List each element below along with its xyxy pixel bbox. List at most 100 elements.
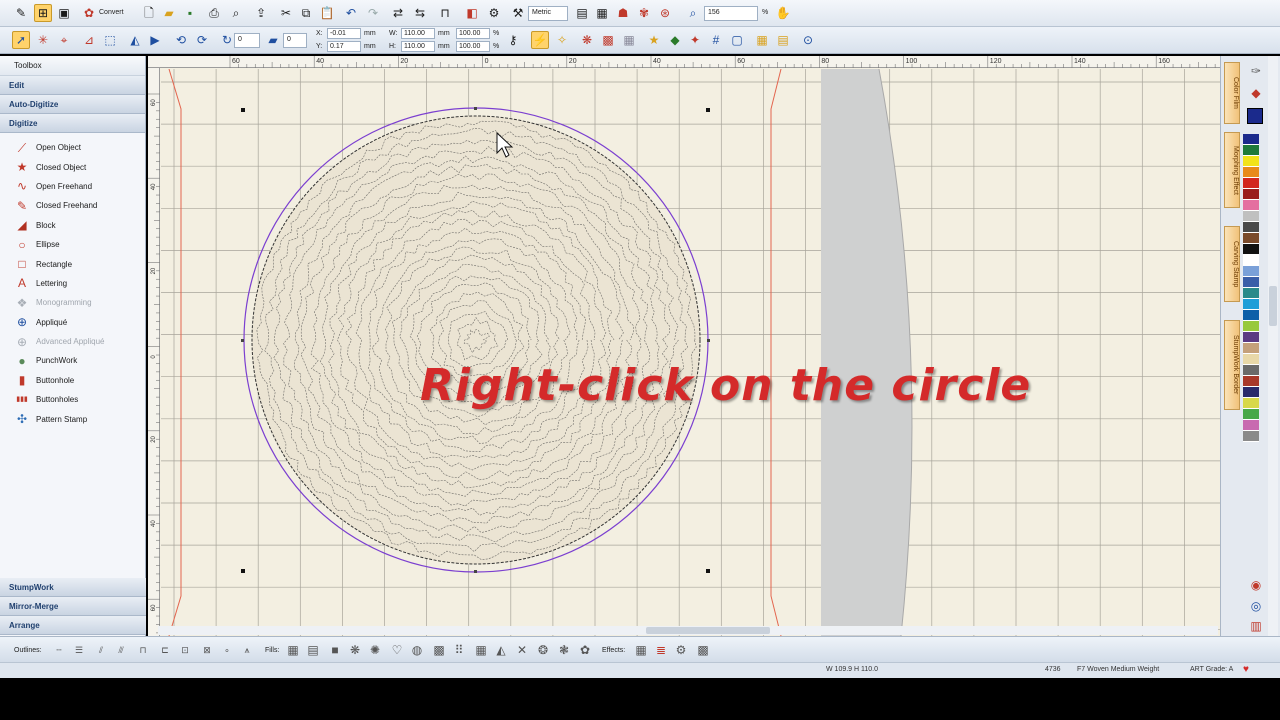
undo-icon[interactable]: ↶ (342, 4, 360, 22)
embroidery-workspace[interactable] (161, 68, 1220, 636)
paste-icon[interactable]: 📋 (318, 4, 336, 22)
fill-cross-icon[interactable]: ▦ (472, 641, 490, 659)
fill-heart-icon[interactable]: ♡ (388, 641, 406, 659)
x-input[interactable]: -0.01 (327, 28, 361, 39)
reshape-icon[interactable]: ✳ (34, 31, 52, 49)
guides-icon[interactable]: ▤ (774, 31, 792, 49)
color-manager-icon[interactable]: ◎ (1247, 597, 1265, 615)
drawing-area[interactable] (161, 68, 1220, 636)
palette-swatch[interactable] (1243, 145, 1259, 156)
motif-icon[interactable]: ❋ (578, 31, 596, 49)
tool-applique[interactable]: ⊕ Appliqué (0, 313, 145, 332)
slant-icon[interactable]: ▰ (264, 31, 282, 49)
vertical-scroll-thumb[interactable] (1269, 286, 1277, 326)
fill-cross-stitch-icon[interactable]: ✕ (513, 641, 531, 659)
outline-beads-icon[interactable]: ∘ (218, 641, 236, 659)
toolbox-section-mirror-merge[interactable]: Mirror-Merge (0, 597, 146, 616)
resize-icon[interactable]: ⬚ (101, 31, 119, 49)
fill-contour-icon[interactable]: ◍ (408, 641, 426, 659)
tab-color-film[interactable]: Color Film (1224, 62, 1240, 124)
cut-icon[interactable]: ✂ (277, 4, 295, 22)
palette-swatch[interactable] (1243, 200, 1259, 211)
horizontal-scroll-thumb[interactable] (646, 627, 770, 634)
zoom-select[interactable]: 156 (704, 6, 758, 21)
outline-candlewick-icon[interactable]: ⩚ (238, 641, 256, 659)
transfer-icon[interactable]: ⇆ (411, 4, 429, 22)
rotate-right-icon[interactable]: ⟳ (193, 31, 211, 49)
y-input[interactable]: 0.17 (327, 41, 361, 52)
color-wheel-icon[interactable]: ◉ (1247, 576, 1265, 594)
fill-solid-icon[interactable]: ■ (326, 641, 344, 659)
selection-handle-top-left[interactable] (241, 108, 245, 112)
palette-swatch[interactable] (1243, 398, 1259, 409)
horizontal-scrollbar[interactable] (158, 626, 1218, 635)
tools-icon[interactable]: ⚒ (509, 4, 527, 22)
lock-proportion-icon[interactable]: ⚷ (504, 31, 522, 49)
palette-swatch[interactable] (1243, 343, 1259, 354)
palette-swatch[interactable] (1243, 255, 1259, 266)
tool-open-freehand[interactable]: ∿ Open Freehand (0, 177, 145, 196)
palette-swatch[interactable] (1243, 178, 1259, 189)
vertical-scrollbar[interactable] (1268, 56, 1278, 636)
select-design-icon[interactable]: ⊞ (34, 4, 52, 22)
outline-single-icon[interactable]: ╌ (50, 641, 68, 659)
tool-rectangle[interactable]: □ Rectangle (0, 254, 145, 273)
palette-swatch[interactable] (1243, 288, 1259, 299)
height-percent-input[interactable]: 100.00 (456, 41, 490, 52)
design-canvas[interactable]: 60 40 20 0 20 40 60 80 100 120 140 160 60 40 20 0 20 40 6… (148, 56, 1220, 636)
current-color-swatch[interactable] (1247, 108, 1263, 124)
palette-swatch[interactable] (1243, 420, 1259, 431)
grid-snap-icon[interactable]: ▦ (753, 31, 771, 49)
palette-swatch[interactable] (1243, 189, 1259, 200)
rotate-input[interactable]: 0 (234, 33, 260, 48)
tool-block[interactable]: ◢ Block (0, 216, 145, 235)
convert-icon[interactable]: ✿ (80, 4, 98, 22)
width-percent-input[interactable]: 100.00 (456, 28, 490, 39)
eyedropper-icon[interactable]: ✑ (1247, 62, 1265, 80)
palette-swatch[interactable] (1243, 156, 1259, 167)
auto-stitch-icon[interactable]: ⚡ (531, 31, 549, 49)
fill-tatami-icon[interactable]: ▦ (284, 641, 302, 659)
edit-icon[interactable]: ✎ (12, 4, 30, 22)
palette-swatch[interactable] (1243, 376, 1259, 387)
color-blend-icon[interactable]: ◧ (463, 4, 481, 22)
flower-icon[interactable]: ✾ (635, 4, 653, 22)
palette-swatch[interactable] (1243, 365, 1259, 376)
import-icon[interactable]: ⇄ (389, 4, 407, 22)
fill-dots-icon[interactable]: ⠿ (450, 641, 468, 659)
palette-swatch[interactable] (1243, 299, 1259, 310)
toolbox-section-digitize[interactable]: Digitize (0, 114, 145, 133)
hoop-icon[interactable]: ⊓ (436, 4, 454, 22)
tab-stumpwork-border[interactable]: StumpWork Border (1224, 320, 1240, 410)
outline-triple-icon[interactable]: ☰ (70, 641, 88, 659)
effect-grid-icon[interactable]: ▦ (632, 641, 650, 659)
tool-open-object[interactable]: ⟋ Open Object (0, 138, 145, 157)
toolbox-section-arrange[interactable]: Arrange (0, 616, 146, 635)
show-stitches-icon[interactable]: ⊙ (799, 31, 817, 49)
selection-handle-right[interactable] (707, 339, 710, 342)
open-folder-icon[interactable]: ▰ (160, 4, 178, 22)
fill-icon[interactable]: ◆ (666, 31, 684, 49)
tool-ellipse[interactable]: ○ Ellipse (0, 235, 145, 254)
width-input[interactable]: 110.00 (401, 28, 435, 39)
fill-bucket-icon[interactable]: ◆ (1247, 84, 1265, 102)
thread-chart-icon[interactable]: ▥ (1247, 617, 1265, 635)
fill-stipple-icon[interactable]: ❃ (555, 641, 573, 659)
new-file-icon[interactable]: 🗋 (140, 4, 158, 22)
tab-morphing-effect[interactable]: Morphing Effect (1224, 132, 1240, 208)
zoom-icon[interactable]: ⌕ (684, 4, 702, 22)
palette-swatch[interactable] (1243, 387, 1259, 398)
pan-hand-icon[interactable]: ✋ (774, 4, 792, 22)
tool-punchwork[interactable]: ● PunchWork (0, 351, 145, 370)
fill-motif-icon[interactable]: ▩ (430, 641, 448, 659)
outline-backstitch-icon[interactable]: ⫻ (112, 641, 130, 659)
mirror-icon[interactable]: ◭ (126, 31, 144, 49)
film-icon[interactable]: ▦ (593, 4, 611, 22)
effect-pattern-icon[interactable]: ▩ (694, 641, 712, 659)
selection-handle-top[interactable] (474, 107, 477, 110)
palette-swatch[interactable] (1243, 167, 1259, 178)
stitch-sim-icon[interactable]: ⊛ (656, 4, 674, 22)
tool-pattern-stamp[interactable]: ✣ Pattern Stamp (0, 409, 145, 428)
tool-closed-object[interactable]: ★ Closed Object (0, 157, 145, 176)
scale-icon[interactable]: ⊿ (80, 31, 98, 49)
